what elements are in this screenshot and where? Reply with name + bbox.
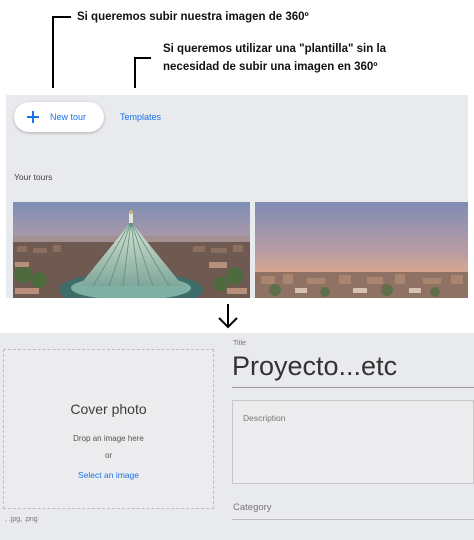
tour-details-panel: Cover photo Drop an image here or Select… [0,333,474,540]
cover-photo-title: Cover photo [70,401,147,417]
description-placeholder: Description [243,413,286,423]
annotation-line-templates [134,57,136,88]
annotation-line-templates-tick [134,57,151,59]
title-underline [232,387,474,388]
panorama-basilica-image [13,202,250,298]
plus-icon [27,111,39,123]
tours-panel: New tour Templates Your tours [6,95,468,298]
description-textarea[interactable]: Description [232,400,474,484]
annotation-templates-line1: Si queremos utilizar una "plantilla" sin… [163,43,387,55]
tour-thumbnail[interactable] [13,202,250,298]
new-tour-button[interactable]: New tour [14,102,104,132]
cover-photo-dropzone[interactable]: Cover photo Drop an image here or Select… [3,349,214,509]
tour-thumbnail[interactable] [255,202,468,298]
accepted-file-types: , .jpg, .png [5,516,38,523]
select-image-link[interactable]: Select an image [4,470,213,480]
panorama-city-image [255,202,468,298]
title-input[interactable] [232,347,474,385]
annotation-line-upload-tick [52,16,71,18]
category-underline [232,519,474,520]
annotation-upload-360: Si queremos subir nuestra imagen de 360º [77,11,309,23]
new-tour-label: New tour [50,112,87,122]
category-dropdown[interactable]: Category [233,502,272,513]
cover-or-text: or [104,451,113,460]
title-label: Title [233,340,246,347]
annotation-templates-line2: necesidad de subir una imagen en 360º [163,61,378,73]
your-tours-heading: Your tours [14,172,53,182]
annotation-line-upload [52,16,54,88]
templates-link[interactable]: Templates [120,112,161,122]
cover-drop-text: Drop an image here [73,434,144,443]
arrow-down-icon [218,304,238,329]
